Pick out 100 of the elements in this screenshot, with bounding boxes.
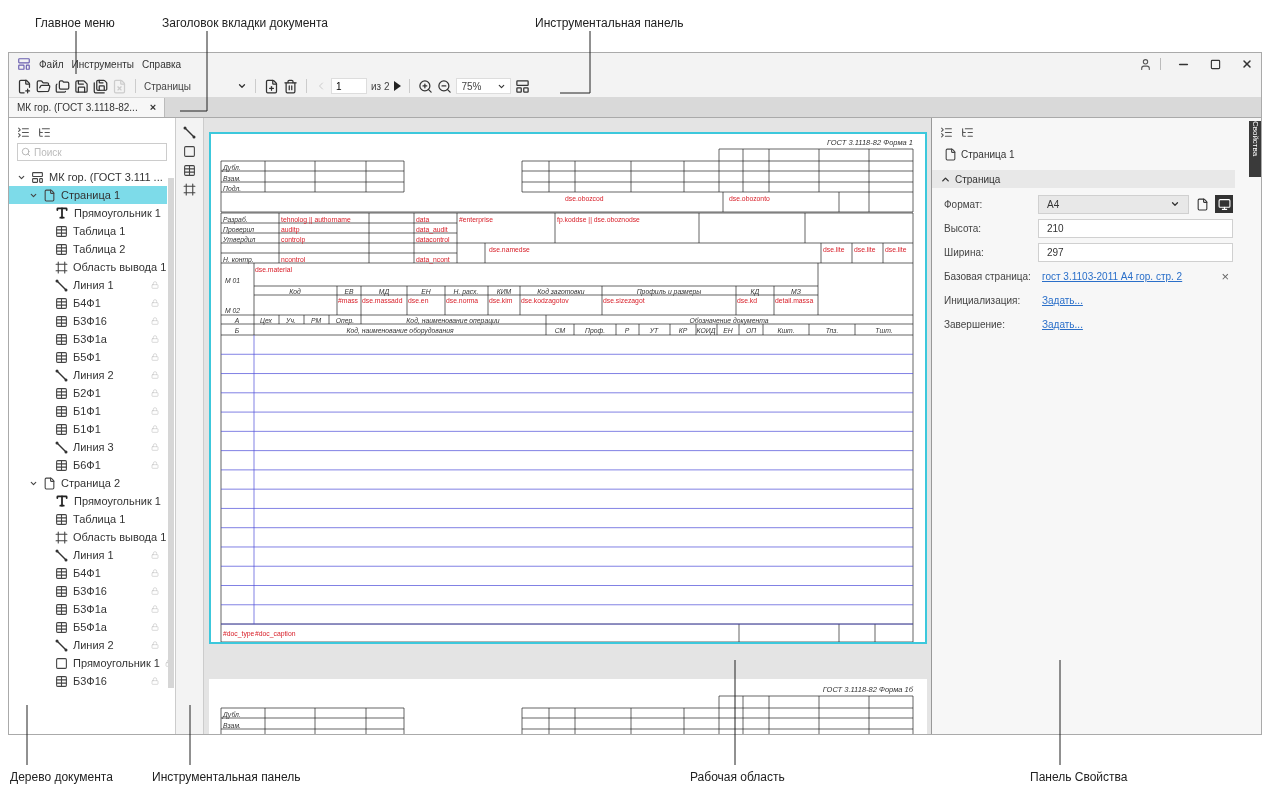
tab-close-button[interactable]: × xyxy=(149,102,157,113)
caret-icon[interactable] xyxy=(236,81,247,91)
text-icon xyxy=(55,494,69,508)
collapse-tree-icon[interactable] xyxy=(17,126,30,139)
zoom-select[interactable]: 75% xyxy=(456,78,512,94)
page-icon xyxy=(1195,197,1209,211)
tree-item[interactable]: Линия 2 xyxy=(9,366,167,384)
table-icon xyxy=(55,584,68,598)
property-input[interactable]: 297 xyxy=(1038,242,1233,262)
menu-item[interactable]: Файл xyxy=(39,56,64,72)
tree-item[interactable]: Линия 1 xyxy=(9,276,167,294)
property-label: Ширина: xyxy=(944,245,985,260)
page-icon xyxy=(43,188,56,202)
properties-side-tab[interactable]: Свойства xyxy=(1249,121,1261,177)
menu-item[interactable]: Справка xyxy=(141,56,182,72)
tree-item[interactable]: Таблица 1 xyxy=(9,222,167,240)
frame-tool-icon[interactable] xyxy=(183,183,196,196)
table-tool-icon[interactable] xyxy=(183,164,196,177)
tree-item-label: Б4Ф1 xyxy=(73,295,102,311)
tree-item[interactable]: Страница 1 xyxy=(9,186,167,204)
tree-item-label: Прямоугольник 1 xyxy=(74,205,161,221)
tree-item[interactable]: Область вывода 1 xyxy=(9,528,167,546)
tree-item[interactable]: Б5Ф1 xyxy=(9,348,167,366)
zoom-out-icon[interactable] xyxy=(437,78,453,94)
line-icon xyxy=(55,548,68,562)
app-logo-icon xyxy=(17,57,31,71)
search-field[interactable]: Поиск xyxy=(17,143,167,161)
tree-item[interactable]: Б1Ф1 xyxy=(9,402,167,420)
rectangle-icon xyxy=(55,656,68,670)
tree-item[interactable]: Б3Ф16 xyxy=(9,582,167,600)
tree-item[interactable]: МК гор. (ГОСТ 3.111 ... xyxy=(9,168,167,186)
property-label: Базовая страница: xyxy=(944,269,1032,284)
tree-item[interactable]: Б5Ф1а xyxy=(9,618,167,636)
trash-icon[interactable] xyxy=(282,78,298,94)
add-page-icon[interactable] xyxy=(263,78,279,94)
collapse-tree-icon[interactable] xyxy=(940,126,953,139)
tree-item[interactable]: Прямоугольник 1 xyxy=(9,492,167,510)
tree-item[interactable]: Б4Ф1 xyxy=(9,564,167,582)
text-icon xyxy=(55,206,69,220)
folder-icon[interactable] xyxy=(36,78,51,94)
table-icon xyxy=(55,314,68,328)
tree-item[interactable]: Б2Ф1 xyxy=(9,384,167,402)
clear-button[interactable]: × xyxy=(1221,269,1233,283)
page-number-field[interactable]: 1 xyxy=(330,78,367,94)
tree-item-label: Б3Ф16 xyxy=(73,583,108,599)
tree-item-label: Таблица 2 xyxy=(73,241,127,257)
property-label: Завершение: xyxy=(944,317,1006,332)
property-link[interactable]: Задать... xyxy=(1042,292,1083,308)
callout-label: Дерево документа xyxy=(10,769,113,786)
tree-item[interactable]: Б6Ф1 xyxy=(9,456,167,474)
expand-tree-icon[interactable] xyxy=(961,126,974,139)
tree-item[interactable]: Таблица 2 xyxy=(9,240,167,258)
tree-item[interactable]: Таблица 1 xyxy=(9,510,167,528)
table-icon xyxy=(55,386,68,400)
property-input[interactable]: 210 xyxy=(1038,218,1233,238)
tree-item-label: Б1Ф1 xyxy=(73,421,102,437)
tree-item[interactable]: Линия 2 xyxy=(9,636,167,654)
leader-line xyxy=(75,30,77,75)
property-link[interactable]: гост 3.1103-2011 А4 гор. стр. 2 xyxy=(1042,268,1183,284)
table-icon xyxy=(55,404,68,418)
close-icon[interactable] xyxy=(1241,58,1253,70)
table-icon xyxy=(55,602,68,616)
table-icon xyxy=(55,458,68,472)
tree-item[interactable]: Прямоугольник 1 xyxy=(9,204,167,222)
document-tab[interactable]: МК гор. (ГОСТ 3.1118-82... × xyxy=(9,98,166,117)
new-document-icon[interactable] xyxy=(17,78,32,94)
page-icon xyxy=(944,148,957,161)
line-icon xyxy=(55,368,68,382)
tree-item[interactable]: Б3Ф16 xyxy=(9,672,167,690)
tree-item-label: Линия 1 xyxy=(73,277,115,293)
tree-item[interactable]: Область вывода 1 xyxy=(9,258,167,276)
section-header[interactable]: Страница xyxy=(932,170,1235,188)
tree-item-label: Б2Ф1 xyxy=(73,385,102,401)
property-link[interactable]: Задать... xyxy=(1042,316,1083,332)
format-select[interactable]: A4 xyxy=(1038,194,1189,214)
fit-page-icon[interactable] xyxy=(515,78,531,94)
next-page-icon[interactable] xyxy=(393,81,402,91)
folders-icon[interactable] xyxy=(55,78,70,94)
tree-item[interactable]: Страница 2 xyxy=(9,474,167,492)
callout-label: Панель Свойства xyxy=(1030,769,1128,786)
maximize-icon[interactable] xyxy=(1210,58,1221,70)
tree-item[interactable]: Линия 1 xyxy=(9,546,167,564)
user-icon[interactable] xyxy=(1139,57,1152,71)
expand-tree-icon[interactable] xyxy=(38,126,51,139)
tree-item[interactable]: Б4Ф1 xyxy=(9,294,167,312)
tree-item[interactable]: Б3Ф1а xyxy=(9,600,167,618)
tree-item[interactable]: Б3Ф1а xyxy=(9,330,167,348)
menu-item[interactable]: Инструменты xyxy=(71,56,134,72)
table-icon xyxy=(55,422,68,436)
save-all-icon[interactable] xyxy=(93,78,108,94)
callout-label: Главное меню xyxy=(35,15,115,32)
orientation-button[interactable] xyxy=(1215,195,1233,213)
zoom-in-icon[interactable] xyxy=(418,78,434,94)
leader-line xyxy=(26,704,28,766)
tree-item[interactable]: Б1Ф1 xyxy=(9,420,167,438)
tree-item[interactable]: Линия 3 xyxy=(9,438,167,456)
rectangle-tool-icon[interactable] xyxy=(183,145,196,158)
tree-item[interactable]: Б3Ф16 xyxy=(9,312,167,330)
save-icon[interactable] xyxy=(74,78,89,94)
scrollbar[interactable] xyxy=(168,178,174,688)
